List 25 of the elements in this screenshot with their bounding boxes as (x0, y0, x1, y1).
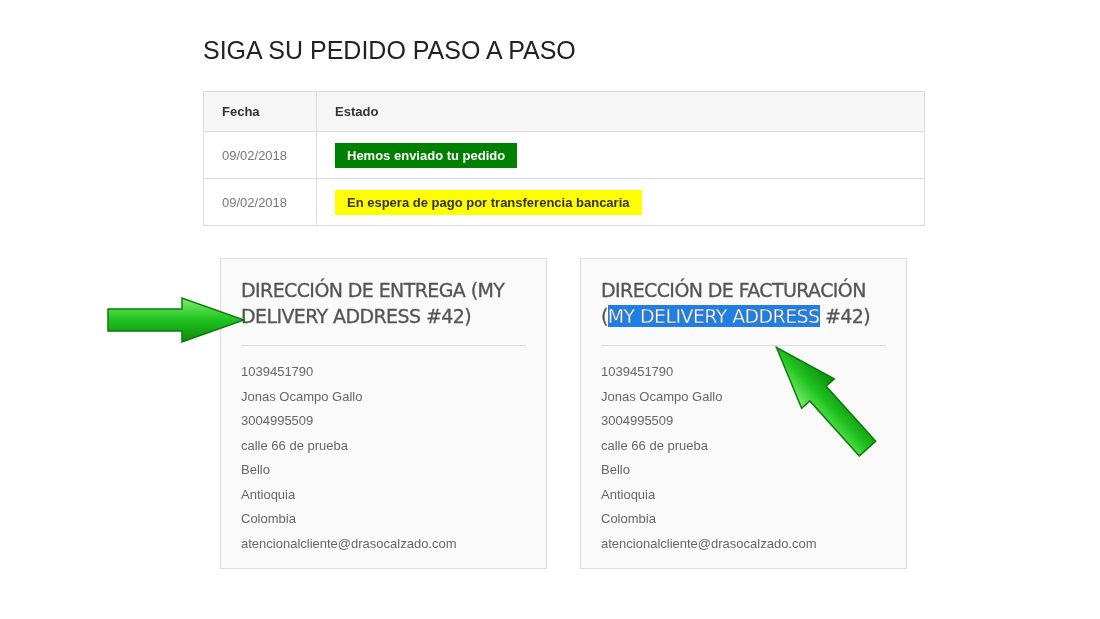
address-line: Jonas Ocampo Gallo (241, 387, 364, 406)
date-cell: 09/02/2018 (203, 178, 317, 226)
address-line: 1039451790 (241, 363, 315, 381)
column-header: Estado (316, 91, 925, 132)
address-line: atencionalcliente@drasocalzado.com (601, 534, 818, 553)
column-header: Fecha (203, 91, 317, 132)
address-line: Antioquia (601, 485, 657, 504)
status-label: En espera de pago por transferencia bancaria (335, 189, 642, 215)
address-line: atencionalcliente@drasocalzado.com (241, 534, 458, 553)
address-line: Bello (601, 461, 631, 479)
status-label: Hemos enviado tu pedido (335, 142, 518, 168)
address-line: Colombia (601, 510, 657, 528)
address-line: Colombia (241, 510, 297, 528)
date-cell: 09/02/2018 (203, 131, 317, 179)
address-line: Bello (241, 461, 271, 479)
address-line: 3004995509 (601, 412, 675, 430)
address-line: 1039451790 (601, 363, 675, 381)
address-title: DIRECCIÓN DE ENTREGA (MY DELIVERY ADDRESS #42) (241, 277, 506, 329)
page-heading: SIGA SU PEDIDO PASO A PASO (203, 36, 577, 65)
address-line: 3004995509 (241, 412, 315, 430)
address-title: DIRECCIÓN DE FACTURACIÓN (MY DELIVERY ADDRESS #42) (601, 277, 872, 329)
address-line: Jonas Ocampo Gallo (601, 387, 724, 406)
address-line: Antioquia (241, 485, 297, 504)
address-line: calle 66 de prueba (601, 436, 709, 455)
address-line: calle 66 de prueba (241, 436, 349, 455)
